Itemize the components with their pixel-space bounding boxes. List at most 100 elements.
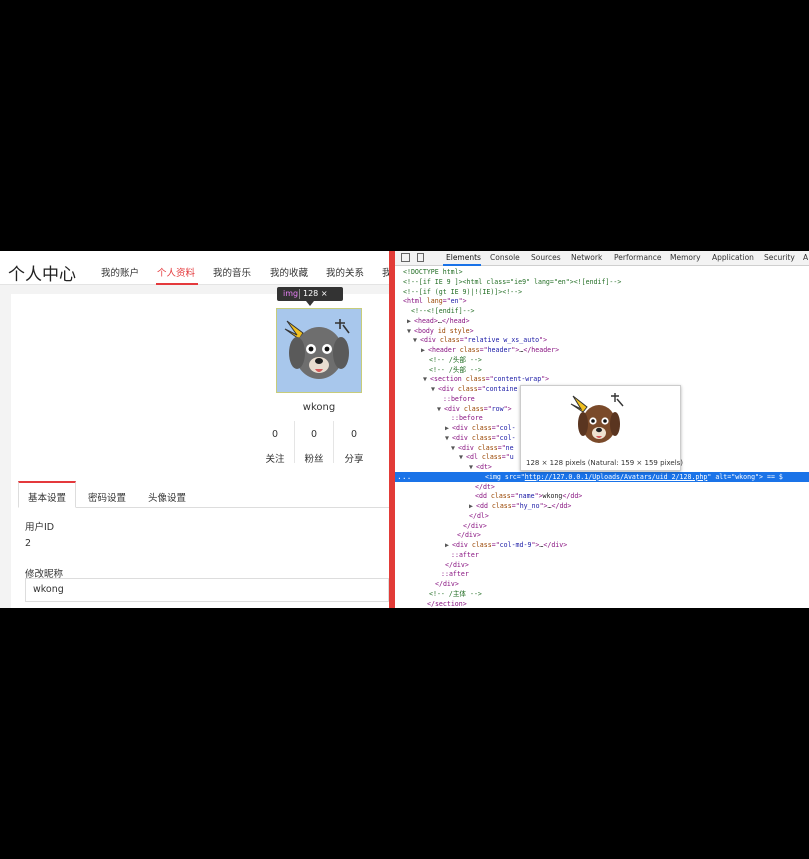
following-label[interactable]: 关注 — [260, 451, 290, 465]
dom-token: alt — [715, 472, 728, 481]
dom-tree-line[interactable]: <!--[if IE 9 ]><html class="ie9" lang="e… — [395, 277, 809, 287]
expand-triangle-icon[interactable]: ▶ — [407, 316, 414, 326]
dom-token: =" — [511, 502, 520, 510]
dom-token: "> — [534, 492, 543, 501]
shares-count[interactable]: 0 — [339, 429, 369, 440]
dom-token: <section — [430, 375, 466, 384]
dom-tree-line[interactable]: <!--<![endif]--> — [395, 306, 809, 316]
dom-token: =" — [727, 472, 736, 481]
dom-tree-line[interactable]: ▶ <header class="header">…</header> — [395, 345, 809, 355]
nav-my-relations[interactable]: 我的关系 — [326, 265, 364, 279]
dom-token: </dt> — [475, 482, 495, 491]
dom-token: </dd> — [562, 492, 583, 501]
dom-tree-line[interactable]: <!-- /头部 --> — [395, 365, 809, 375]
expand-triangle-icon[interactable]: ▼ — [445, 433, 452, 443]
dom-tree-line[interactable]: </dl> — [395, 511, 809, 521]
dom-tree-line[interactable]: ▼ <section class="content-wrap"> — [395, 374, 809, 384]
dom-tree-line[interactable]: <!--[if (gt IE 9)|!(IE)]><!--> — [395, 287, 809, 297]
tab-application[interactable]: Application — [712, 253, 754, 262]
nav-truncated[interactable]: 我 — [382, 265, 389, 279]
dom-token: <div — [452, 433, 472, 442]
dom-tree-line[interactable]: ▼ <body id style> — [395, 326, 809, 336]
dom-token: class — [465, 375, 486, 384]
expand-triangle-icon[interactable]: ▼ — [413, 335, 420, 345]
followers-label[interactable]: 粉丝 — [299, 451, 329, 465]
dom-tree-line[interactable]: <!-- /主体 --> — [395, 589, 809, 599]
device-toolbar-icon[interactable] — [417, 253, 424, 262]
tab-avatar-settings[interactable]: 头像设置 — [148, 490, 186, 504]
dom-tree-line[interactable]: ▶ <head>…</head> — [395, 316, 809, 326]
following-count[interactable]: 0 — [260, 429, 290, 440]
tab-security[interactable]: Security — [764, 253, 795, 262]
tab-performance[interactable]: Performance — [614, 253, 662, 262]
tab-basic-settings[interactable]: 基本设置 — [28, 490, 66, 504]
tab-elements[interactable]: Elements — [446, 253, 481, 262]
expand-triangle-icon[interactable]: ▼ — [437, 404, 444, 414]
dom-tree-line-selected[interactable]: <img src="http://127.0.0.1/Uploads/Avata… — [395, 471, 809, 482]
dom-token: u — [509, 453, 514, 462]
nav-my-music[interactable]: 我的音乐 — [213, 265, 251, 279]
dom-tree-line[interactable]: ▼ <div class="relative w_xs_auto"> — [395, 335, 809, 345]
tab-memory[interactable]: Memory — [670, 253, 701, 262]
dom-token: <!--[if (gt IE 9)|!(IE)]><!--> — [403, 287, 523, 296]
expand-triangle-icon[interactable]: ▶ — [445, 423, 452, 433]
tab-password-settings[interactable]: 密码设置 — [88, 490, 126, 504]
dom-token: ::before — [451, 414, 483, 423]
dom-token: class — [463, 404, 484, 413]
expand-triangle-icon[interactable]: ▶ — [469, 501, 476, 511]
dom-tree-line[interactable]: </section> — [395, 599, 809, 609]
tab-truncated[interactable]: A — [803, 253, 808, 262]
dom-token: content-wrap — [493, 375, 542, 384]
expand-triangle-icon[interactable]: ▼ — [451, 443, 458, 453]
expand-triangle-icon[interactable]: ▼ — [407, 326, 414, 336]
tab-network[interactable]: Network — [571, 253, 602, 262]
tab-sources[interactable]: Sources — [531, 253, 561, 262]
dom-tree-line[interactable]: <dd class="name">wkong</dd> — [395, 491, 809, 501]
expand-triangle-icon[interactable]: ▼ — [469, 462, 476, 472]
dom-token: <div — [420, 336, 440, 345]
dom-tree-line[interactable]: ▶ <div class="col-md-9">…</div> — [395, 540, 809, 550]
dom-token: <!--[if IE 9 ]><html class="ie9" lang="e… — [403, 277, 622, 286]
dom-token: http://127.0.0.1/Uploads/Avatars/uid_2/1… — [524, 472, 708, 481]
dom-tree-line[interactable]: </dt> — [395, 482, 809, 492]
inspect-element-icon[interactable] — [401, 253, 410, 262]
dom-tree-line[interactable]: </div> — [395, 521, 809, 531]
user-id-label: 用户ID — [25, 522, 55, 533]
dom-token: =" — [516, 472, 525, 481]
dom-tree-line[interactable]: ::after — [395, 569, 809, 579]
dom-tree-line[interactable]: </div> — [395, 560, 809, 570]
dom-tree-line[interactable]: <!-- /头部 --> — [395, 355, 809, 365]
dom-token: </head> — [441, 316, 470, 325]
expand-triangle-icon[interactable]: ▼ — [423, 374, 430, 384]
nav-profile[interactable]: 个人资料 — [157, 265, 195, 279]
dom-tree-line[interactable]: </div> — [395, 530, 809, 540]
selected-line-ellipsis[interactable]: ... — [397, 472, 411, 482]
dom-token: <div — [444, 404, 464, 413]
dom-token: id style — [437, 326, 470, 335]
nav-my-account[interactable]: 我的账户 — [101, 265, 139, 279]
dom-tree-line[interactable]: ▶ <dd class="hy_no">…</dd> — [395, 501, 809, 511]
tab-console[interactable]: Console — [490, 253, 520, 262]
dom-token: class — [471, 433, 492, 442]
dom-token: =" — [491, 424, 500, 432]
dom-tree-line[interactable]: <!DOCTYPE html> — [395, 267, 809, 277]
dom-token: class — [490, 492, 511, 501]
dom-tree-line[interactable]: <html lang="en"> — [395, 296, 809, 306]
nickname-input[interactable]: wkong — [25, 578, 389, 602]
dom-token: </header> — [523, 346, 560, 354]
expand-triangle-icon[interactable]: ▶ — [445, 540, 452, 550]
dom-token: containe — [485, 385, 518, 393]
dom-tree-line[interactable]: </div> — [395, 579, 809, 589]
avatar[interactable] — [276, 308, 362, 393]
followers-count[interactable]: 0 — [299, 429, 329, 440]
expand-triangle-icon[interactable]: ▼ — [431, 384, 438, 394]
dom-token: lang — [426, 297, 443, 306]
dom-tree-line[interactable]: ::after — [395, 550, 809, 560]
nav-my-favorites[interactable]: 我的收藏 — [270, 265, 308, 279]
expand-triangle-icon[interactable]: ▼ — [459, 452, 466, 462]
dom-token: <html — [403, 297, 427, 306]
active-tab-indicator — [443, 264, 481, 266]
shares-label[interactable]: 分享 — [339, 451, 369, 465]
dom-token: <!--<![endif]--> — [411, 307, 475, 315]
expand-triangle-icon[interactable]: ▶ — [421, 345, 428, 355]
